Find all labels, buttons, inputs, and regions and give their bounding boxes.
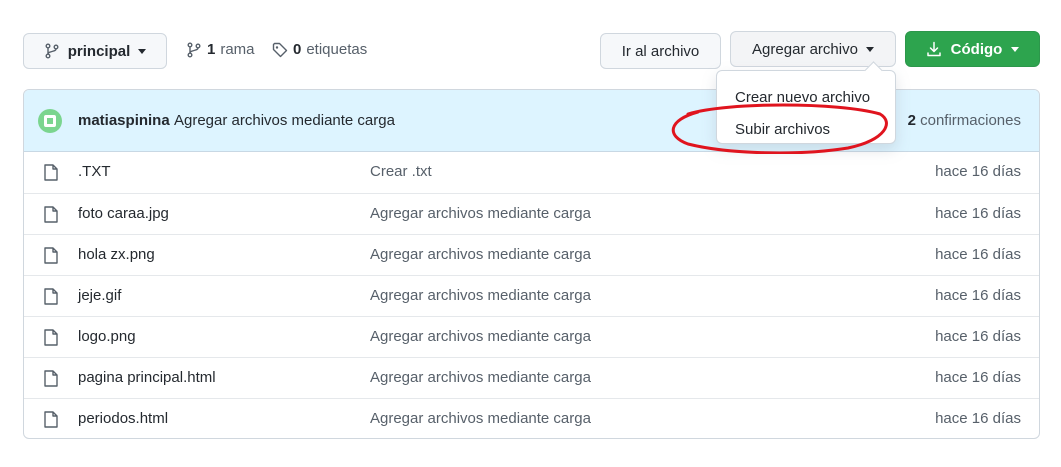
file-commit-message[interactable]: Agregar archivos mediante carga xyxy=(370,369,591,386)
commit-count: 2 xyxy=(907,112,916,129)
file-name-link[interactable]: foto caraa.jpg xyxy=(78,205,169,222)
file-age: hace 16 días xyxy=(935,205,1021,222)
file-commit-message[interactable]: Agregar archivos mediante carga xyxy=(370,246,591,263)
commit-count-word: confirmaciones xyxy=(920,112,1021,129)
file-icon xyxy=(44,411,58,428)
file-commit-message[interactable]: Agregar archivos mediante carga xyxy=(370,328,591,345)
table-row: periodos.html Agregar archivos mediante c… xyxy=(24,398,1039,438)
git-branch-icon xyxy=(187,42,201,57)
tag-count: 0 xyxy=(293,41,302,58)
file-age: hace 16 días xyxy=(935,410,1021,427)
commits-link[interactable]: 2 confirmaciones xyxy=(908,112,1021,129)
branch-count: 1 xyxy=(207,41,216,58)
table-row: foto caraa.jpg Agregar archivos mediante … xyxy=(24,193,1039,234)
menu-item-create-new-file[interactable]: Crear nuevo archivo xyxy=(717,81,895,113)
branch-name: principal xyxy=(67,42,131,60)
add-file-label: Agregar archivo xyxy=(752,40,858,58)
go-to-file-button[interactable]: Ir al archivo xyxy=(600,33,721,69)
tag-word: etiquetas xyxy=(306,41,368,58)
code-label: Código xyxy=(950,40,1003,58)
file-commit-message[interactable]: Agregar archivos mediante carga xyxy=(370,410,591,427)
branch-word: rama xyxy=(220,41,255,58)
avatar[interactable] xyxy=(38,109,62,133)
file-age: hace 16 días xyxy=(935,287,1021,304)
chevron-down-icon xyxy=(865,46,874,52)
file-age: hace 16 días xyxy=(935,369,1021,386)
file-icon xyxy=(44,206,58,223)
add-file-button[interactable]: Agregar archivo xyxy=(730,31,896,67)
file-rows: .TXT Crear .txt hace 16 días foto caraa.jpg… xyxy=(24,152,1039,438)
file-name-link[interactable]: jeje.gif xyxy=(78,287,121,304)
file-commit-message[interactable]: Agregar archivos mediante carga xyxy=(370,287,591,304)
file-name-link[interactable]: hola zx.png xyxy=(78,246,155,263)
file-age: hace 16 días xyxy=(935,246,1021,263)
code-button[interactable]: Código xyxy=(905,31,1040,67)
commit-author[interactable]: matiaspinina xyxy=(78,112,170,129)
file-commit-message[interactable]: Crear .txt xyxy=(370,163,432,180)
add-file-dropdown-menu: Crear nuevo archivo Subir archivos xyxy=(716,70,896,144)
file-icon xyxy=(44,164,58,181)
table-row: pagina principal.html Agregar archivos me… xyxy=(24,357,1039,398)
table-row: jeje.gif Agregar archivos mediante carga h… xyxy=(24,275,1039,316)
branches-link[interactable]: 1 rama xyxy=(186,41,255,58)
table-row: .TXT Crear .txt hace 16 días xyxy=(24,152,1039,193)
chevron-down-icon xyxy=(138,48,147,54)
download-icon xyxy=(926,41,941,57)
file-age: hace 16 días xyxy=(935,328,1021,345)
tag-icon xyxy=(272,42,288,57)
commit-message[interactable]: Agregar archivos mediante carga xyxy=(174,112,395,129)
file-icon xyxy=(44,247,58,264)
branch-selector-button[interactable]: principal xyxy=(23,33,167,69)
file-name-link[interactable]: logo.png xyxy=(78,328,136,345)
file-name-link[interactable]: pagina principal.html xyxy=(78,369,216,386)
file-age: hace 16 días xyxy=(935,163,1021,180)
file-icon xyxy=(44,370,58,387)
menu-item-upload-files[interactable]: Subir archivos xyxy=(717,113,895,145)
file-icon xyxy=(44,329,58,346)
file-name-link[interactable]: periodos.html xyxy=(78,410,168,427)
chevron-down-icon xyxy=(1011,46,1020,52)
git-branch-icon xyxy=(45,43,59,59)
file-commit-message[interactable]: Agregar archivos mediante carga xyxy=(370,205,591,222)
table-row: logo.png Agregar archivos mediante carga h… xyxy=(24,316,1039,357)
file-name-link[interactable]: .TXT xyxy=(78,163,111,180)
repo-toolbar: principal 1 rama 0 etiquetas Ir al archi… xyxy=(23,31,1040,71)
tags-link[interactable]: 0 etiquetas xyxy=(272,41,367,58)
file-icon xyxy=(44,288,58,305)
table-row: hola zx.png Agregar archivos mediante car… xyxy=(24,234,1039,275)
